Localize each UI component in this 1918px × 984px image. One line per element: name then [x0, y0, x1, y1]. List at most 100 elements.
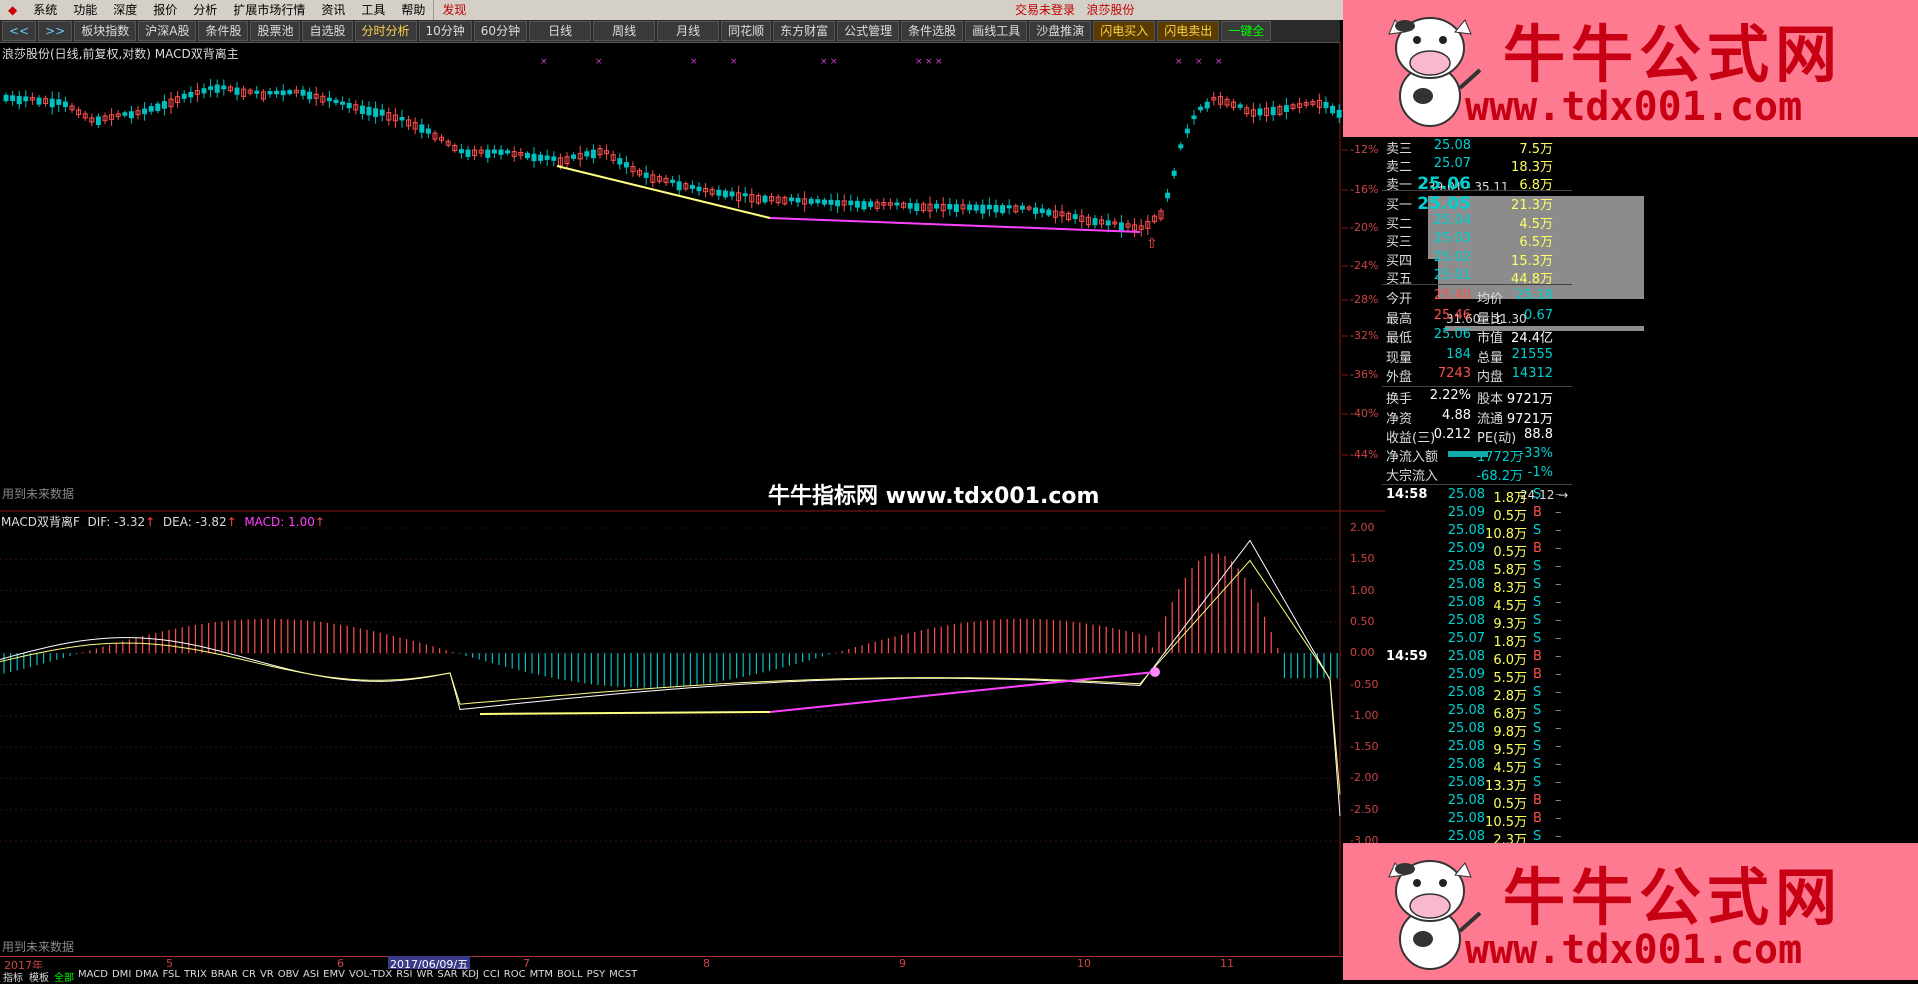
menu-item-news[interactable]: 资讯 [313, 0, 353, 20]
bottom-tab-asi[interactable]: ASI [301, 969, 321, 980]
tab-intraday[interactable]: 分时分析 [354, 21, 417, 41]
tab-10min[interactable]: 10分钟 [418, 21, 472, 41]
flash-buy-button[interactable]: 闪电买入 [1093, 21, 1156, 41]
indicator-legend: MACD双背离F DIF: -3.32↑ DEA: -3.82↑ MACD: 1… [1, 515, 325, 529]
bottom-tab-obv[interactable]: OBV [276, 969, 301, 980]
tab-stock-pool[interactable]: 股票池 [250, 21, 301, 41]
tab-eastmoney[interactable]: 东方财富 [773, 21, 836, 41]
bottom-tab-vr[interactable]: VR [258, 969, 276, 980]
candlestick [82, 110, 88, 121]
candlestick [947, 197, 953, 216]
bottom-tab-cr[interactable]: CR [240, 969, 258, 980]
bottom-tab-rsi[interactable]: RSI [394, 969, 414, 980]
menu-item-analysis[interactable]: 分析 [185, 0, 225, 20]
menu-item-quote[interactable]: 报价 [145, 0, 185, 20]
future-data-note-indicator: 用到未来数据 [2, 940, 75, 954]
tick-row: 25.09 0.5万 B – [1385, 541, 1918, 560]
bottom-tab-boll[interactable]: BOLL [555, 969, 585, 980]
macd-histogram [3, 553, 1338, 688]
candlestick [359, 100, 365, 120]
tab-condition-stocks[interactable]: 条件股 [198, 21, 249, 41]
bottom-tab-kdj[interactable]: KDJ [460, 969, 481, 980]
bottom-tab-全部[interactable]: 全部 [52, 969, 76, 984]
tab-weekly[interactable]: 周线 [593, 21, 656, 41]
candlestick [894, 198, 900, 210]
tab-daily[interactable]: 日线 [529, 21, 592, 41]
candlestick [386, 107, 392, 126]
tab-sector-index[interactable]: 板块指数 [74, 21, 137, 41]
candlestick [1277, 104, 1283, 117]
pct-tick-label: -32% [1350, 329, 1379, 342]
candlestick [709, 186, 715, 197]
nav-back-button[interactable]: << [2, 21, 37, 41]
chart-area[interactable]: ⇧× × × × × × × × × × × × [0, 42, 1385, 955]
tab-sh-sz-a[interactable]: 沪深A股 [138, 21, 197, 41]
menu-item-function[interactable]: 功能 [65, 0, 105, 20]
candlestick [155, 101, 161, 114]
tab-60min[interactable]: 60分钟 [473, 21, 528, 41]
login-status[interactable]: 交易未登录 浪莎股份 [1015, 0, 1134, 20]
candlestick [89, 113, 95, 127]
tab-sandbox[interactable]: 沙盘推演 [1029, 21, 1092, 41]
menu-item-system[interactable]: 系统 [25, 0, 65, 20]
candlestick [722, 188, 728, 200]
tick-row: 25.07 1.8万 S – [1385, 631, 1918, 650]
bottom-tab-trix[interactable]: TRIX [182, 969, 209, 980]
menu-item-tools[interactable]: 工具 [353, 0, 393, 20]
tab-drawing-tools[interactable]: 画线工具 [965, 21, 1028, 41]
tab-monthly[interactable]: 月线 [657, 21, 720, 41]
bottom-tab-psy[interactable]: PSY [585, 969, 608, 980]
bottom-tab-emv[interactable]: EMV [321, 969, 347, 980]
bottom-tab-dma[interactable]: DMA [133, 969, 160, 980]
app-logo-icon[interactable]: ◆ [0, 0, 25, 20]
candlestick [993, 199, 999, 218]
tab-ths[interactable]: 同花顺 [721, 21, 772, 41]
tab-condition-select[interactable]: 条件选股 [901, 21, 964, 41]
bottom-tab-roc[interactable]: ROC [502, 969, 528, 980]
fin-label: PE(动) [1477, 431, 1517, 446]
candlestick [95, 113, 101, 128]
bottom-tab-mcst[interactable]: MCST [607, 969, 639, 980]
candlestick [742, 186, 748, 203]
one-click-button[interactable]: 一键全 [1221, 21, 1272, 41]
tick-volume: 9.5万 [1493, 743, 1527, 758]
bottom-tab-indicator[interactable]: 指标 [0, 969, 26, 984]
divergence-line-magenta [769, 217, 1141, 233]
bottom-tab-mtm[interactable]: MTM [528, 969, 555, 980]
candlestick [1105, 213, 1111, 233]
bottom-tab-wr[interactable]: WR [414, 969, 435, 980]
tab-formula-manager[interactable]: 公式管理 [837, 21, 900, 41]
menu-item-help[interactable]: 帮助 [393, 0, 433, 20]
macd-divergence-yellow [479, 711, 771, 715]
tick-volume: 5.5万 [1493, 671, 1527, 686]
candlestick [1046, 207, 1052, 218]
nav-forward-button[interactable]: >> [38, 21, 73, 41]
tab-watchlist[interactable]: 自选股 [302, 21, 353, 41]
candlestick [848, 194, 854, 212]
candlestick [670, 176, 676, 187]
bottom-tab-brar[interactable]: BRAR [209, 969, 240, 980]
signal-marker-icon: × [820, 57, 828, 67]
menu-item-depth[interactable]: 深度 [105, 0, 145, 20]
bottom-tab-template[interactable]: 模板 [26, 969, 52, 984]
bid-volume: 21.3万 [1511, 198, 1553, 213]
bottom-tab-vol-tdx[interactable]: VOL-TDX [347, 969, 394, 980]
menu-item-discover[interactable]: 发现 [433, 0, 474, 20]
candlestick [300, 85, 306, 100]
candlestick [590, 144, 596, 164]
bottom-tab-cci[interactable]: CCI [481, 969, 502, 980]
fin-label: 净资 [1386, 411, 1413, 427]
tick-row: 25.08 8.3万 S – [1385, 577, 1918, 596]
bottom-tab-sar[interactable]: SAR [435, 969, 459, 980]
bottom-tab-dmi[interactable]: DMI [110, 969, 133, 980]
flow-value: -68.2万 [1476, 469, 1523, 484]
ask-price: 25.08 [1433, 138, 1471, 153]
bottom-tab-fsl[interactable]: FSL [160, 969, 182, 980]
candlestick [630, 161, 636, 177]
flash-sell-button[interactable]: 闪电卖出 [1157, 21, 1220, 41]
candlestick [788, 194, 794, 205]
bid-volume: 6.5万 [1519, 235, 1553, 250]
bottom-tab-macd[interactable]: MACD [76, 969, 110, 980]
menu-item-ext-market[interactable]: 扩展市场行情 [225, 0, 313, 20]
stat-value: 21555 [1511, 346, 1553, 362]
